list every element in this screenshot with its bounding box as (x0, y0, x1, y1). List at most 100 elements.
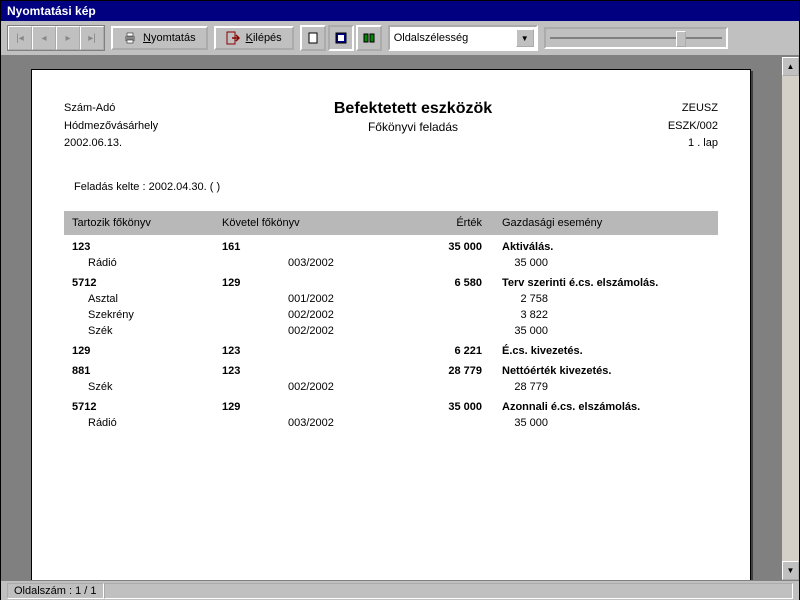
col-value: Érték (342, 217, 502, 229)
cell-credit: 161 (222, 241, 342, 253)
header-right: ZEUSZ ESZK/002 1 . lap (668, 100, 718, 153)
table-row: Szekrény002/20023 822 (64, 307, 718, 323)
cell-item: Szék (72, 381, 238, 393)
zoom-select[interactable]: Oldalszélesség ▼ (388, 25, 538, 51)
scroll-down-button[interactable]: ▼ (782, 561, 799, 580)
prev-page-button[interactable]: ◂ (32, 26, 56, 50)
view-single-button[interactable] (300, 25, 326, 51)
cell-value: 6 221 (342, 345, 502, 357)
table-row: Rádió003/200235 000 (64, 415, 718, 431)
print-label: Nyomtatás (143, 32, 196, 44)
nav-group: |◂ ◂ ▸ ▸| (7, 25, 105, 51)
cell-event (568, 381, 710, 393)
printer-icon (123, 31, 137, 45)
cell-event (568, 309, 710, 321)
system-name: ZEUSZ (668, 100, 718, 118)
cell-value: 2 758 (408, 293, 568, 305)
vertical-scrollbar[interactable]: ▲ ▼ (781, 57, 799, 580)
print-button[interactable]: Nyomtatás (111, 26, 208, 50)
status-spacer (104, 583, 793, 599)
toolbar: |◂ ◂ ▸ ▸| Nyomtatás Kilépés (1, 21, 799, 57)
next-page-button[interactable]: ▸ (56, 26, 80, 50)
cell-value: 28 779 (342, 365, 502, 377)
cell-value: 3 822 (408, 309, 568, 321)
first-page-button[interactable]: |◂ (8, 26, 32, 50)
cell-doc: 002/2002 (238, 309, 408, 321)
cell-event (568, 417, 710, 429)
org-name: Szám-Adó (64, 100, 158, 118)
cell-doc: 003/2002 (238, 417, 408, 429)
view-multi-button[interactable] (356, 25, 382, 51)
page: Szám-Adó Hódmezővásárhely 2002.06.13. Be… (31, 69, 751, 580)
table-body: 12316135 000Aktiválás.Rádió003/200235 00… (64, 239, 718, 431)
table-row: Rádió003/200235 000 (64, 255, 718, 271)
window-title: Nyomtatási kép (7, 4, 96, 18)
cell-item: Szekrény (72, 309, 238, 321)
cell-event (568, 325, 710, 337)
cell-credit: 129 (222, 401, 342, 413)
doc-date: 2002.06.13. (64, 135, 158, 153)
last-page-button[interactable]: ▸| (80, 26, 104, 50)
zoom-slider[interactable] (544, 27, 728, 49)
cell-item: Rádió (72, 417, 238, 429)
cell-debit: 881 (72, 365, 222, 377)
cell-event (568, 257, 710, 269)
titlebar: Nyomtatási kép (1, 1, 799, 21)
col-event: Gazdasági esemény (502, 217, 710, 229)
view-fit-button[interactable] (328, 25, 354, 51)
table-row: 12316135 000Aktiválás. (64, 239, 718, 255)
zoom-value: Oldalszélesség (394, 32, 469, 44)
scroll-track[interactable] (782, 76, 799, 561)
cell-doc: 001/2002 (238, 293, 408, 305)
doc-title: Befektetett eszközök (334, 100, 492, 118)
cell-debit: 5712 (72, 277, 222, 289)
cell-credit: 123 (222, 365, 342, 377)
cell-debit: 129 (72, 345, 222, 357)
table-row: 1291236 221É.cs. kivezetés. (64, 343, 718, 359)
table-row: Asztal001/20022 758 (64, 291, 718, 307)
cell-item: Asztal (72, 293, 238, 305)
doc-code: ESZK/002 (668, 118, 718, 136)
cell-value: 6 580 (342, 277, 502, 289)
table-header: Tartozik főkönyv Követel főkönyv Érték G… (64, 211, 718, 235)
status-page: Oldalszám : 1 / 1 (7, 583, 104, 599)
table-row: 571212935 000Azonnali é.cs. elszámolás. (64, 399, 718, 415)
scroll-up-button[interactable]: ▲ (782, 57, 799, 76)
cell-credit: 129 (222, 277, 342, 289)
cell-value: 35 000 (408, 325, 568, 337)
cell-value: 28 779 (408, 381, 568, 393)
preview-body: Szám-Adó Hódmezővásárhely 2002.06.13. Be… (1, 57, 799, 580)
cell-event: É.cs. kivezetés. (502, 345, 710, 357)
cell-doc: 002/2002 (238, 381, 408, 393)
table-row: 57121296 580Terv szerinti é.cs. elszámol… (64, 275, 718, 291)
col-debit: Tartozik főkönyv (72, 217, 222, 229)
exit-label: Kilépés (246, 32, 282, 44)
col-credit: Követel főkönyv (222, 217, 342, 229)
header-left: Szám-Adó Hódmezővásárhely 2002.06.13. (64, 100, 158, 153)
table-row: 88112328 779Nettóérték kivezetés. (64, 363, 718, 379)
org-city: Hódmezővásárhely (64, 118, 158, 136)
cell-credit: 123 (222, 345, 342, 357)
cell-value: 35 000 (342, 241, 502, 253)
cell-item: Szék (72, 325, 238, 337)
posting-date: Feladás kelte : 2002.04.30. ( ) (74, 181, 718, 193)
cell-debit: 123 (72, 241, 222, 253)
cell-event: Terv szerinti é.cs. elszámolás. (502, 277, 710, 289)
exit-button[interactable]: Kilépés (214, 26, 294, 50)
page-viewport[interactable]: Szám-Adó Hódmezővásárhely 2002.06.13. Be… (1, 57, 781, 580)
doc-header: Szám-Adó Hódmezővásárhely 2002.06.13. Be… (64, 100, 718, 153)
cell-doc: 002/2002 (238, 325, 408, 337)
header-center: Befektetett eszközök Főkönyvi feladás (334, 100, 492, 134)
cell-event: Aktiválás. (502, 241, 710, 253)
statusbar: Oldalszám : 1 / 1 (1, 580, 799, 600)
view-group (300, 25, 382, 51)
cell-item: Rádió (72, 257, 238, 269)
page-number: 1 . lap (668, 135, 718, 153)
table-row: Szék002/200235 000 (64, 323, 718, 339)
print-preview-window: Nyomtatási kép |◂ ◂ ▸ ▸| Nyomtatás Kilép… (0, 0, 800, 600)
cell-event (568, 293, 710, 305)
cell-debit: 5712 (72, 401, 222, 413)
doc-subtitle: Főkönyvi feladás (334, 120, 492, 134)
cell-doc: 003/2002 (238, 257, 408, 269)
cell-event: Azonnali é.cs. elszámolás. (502, 401, 710, 413)
